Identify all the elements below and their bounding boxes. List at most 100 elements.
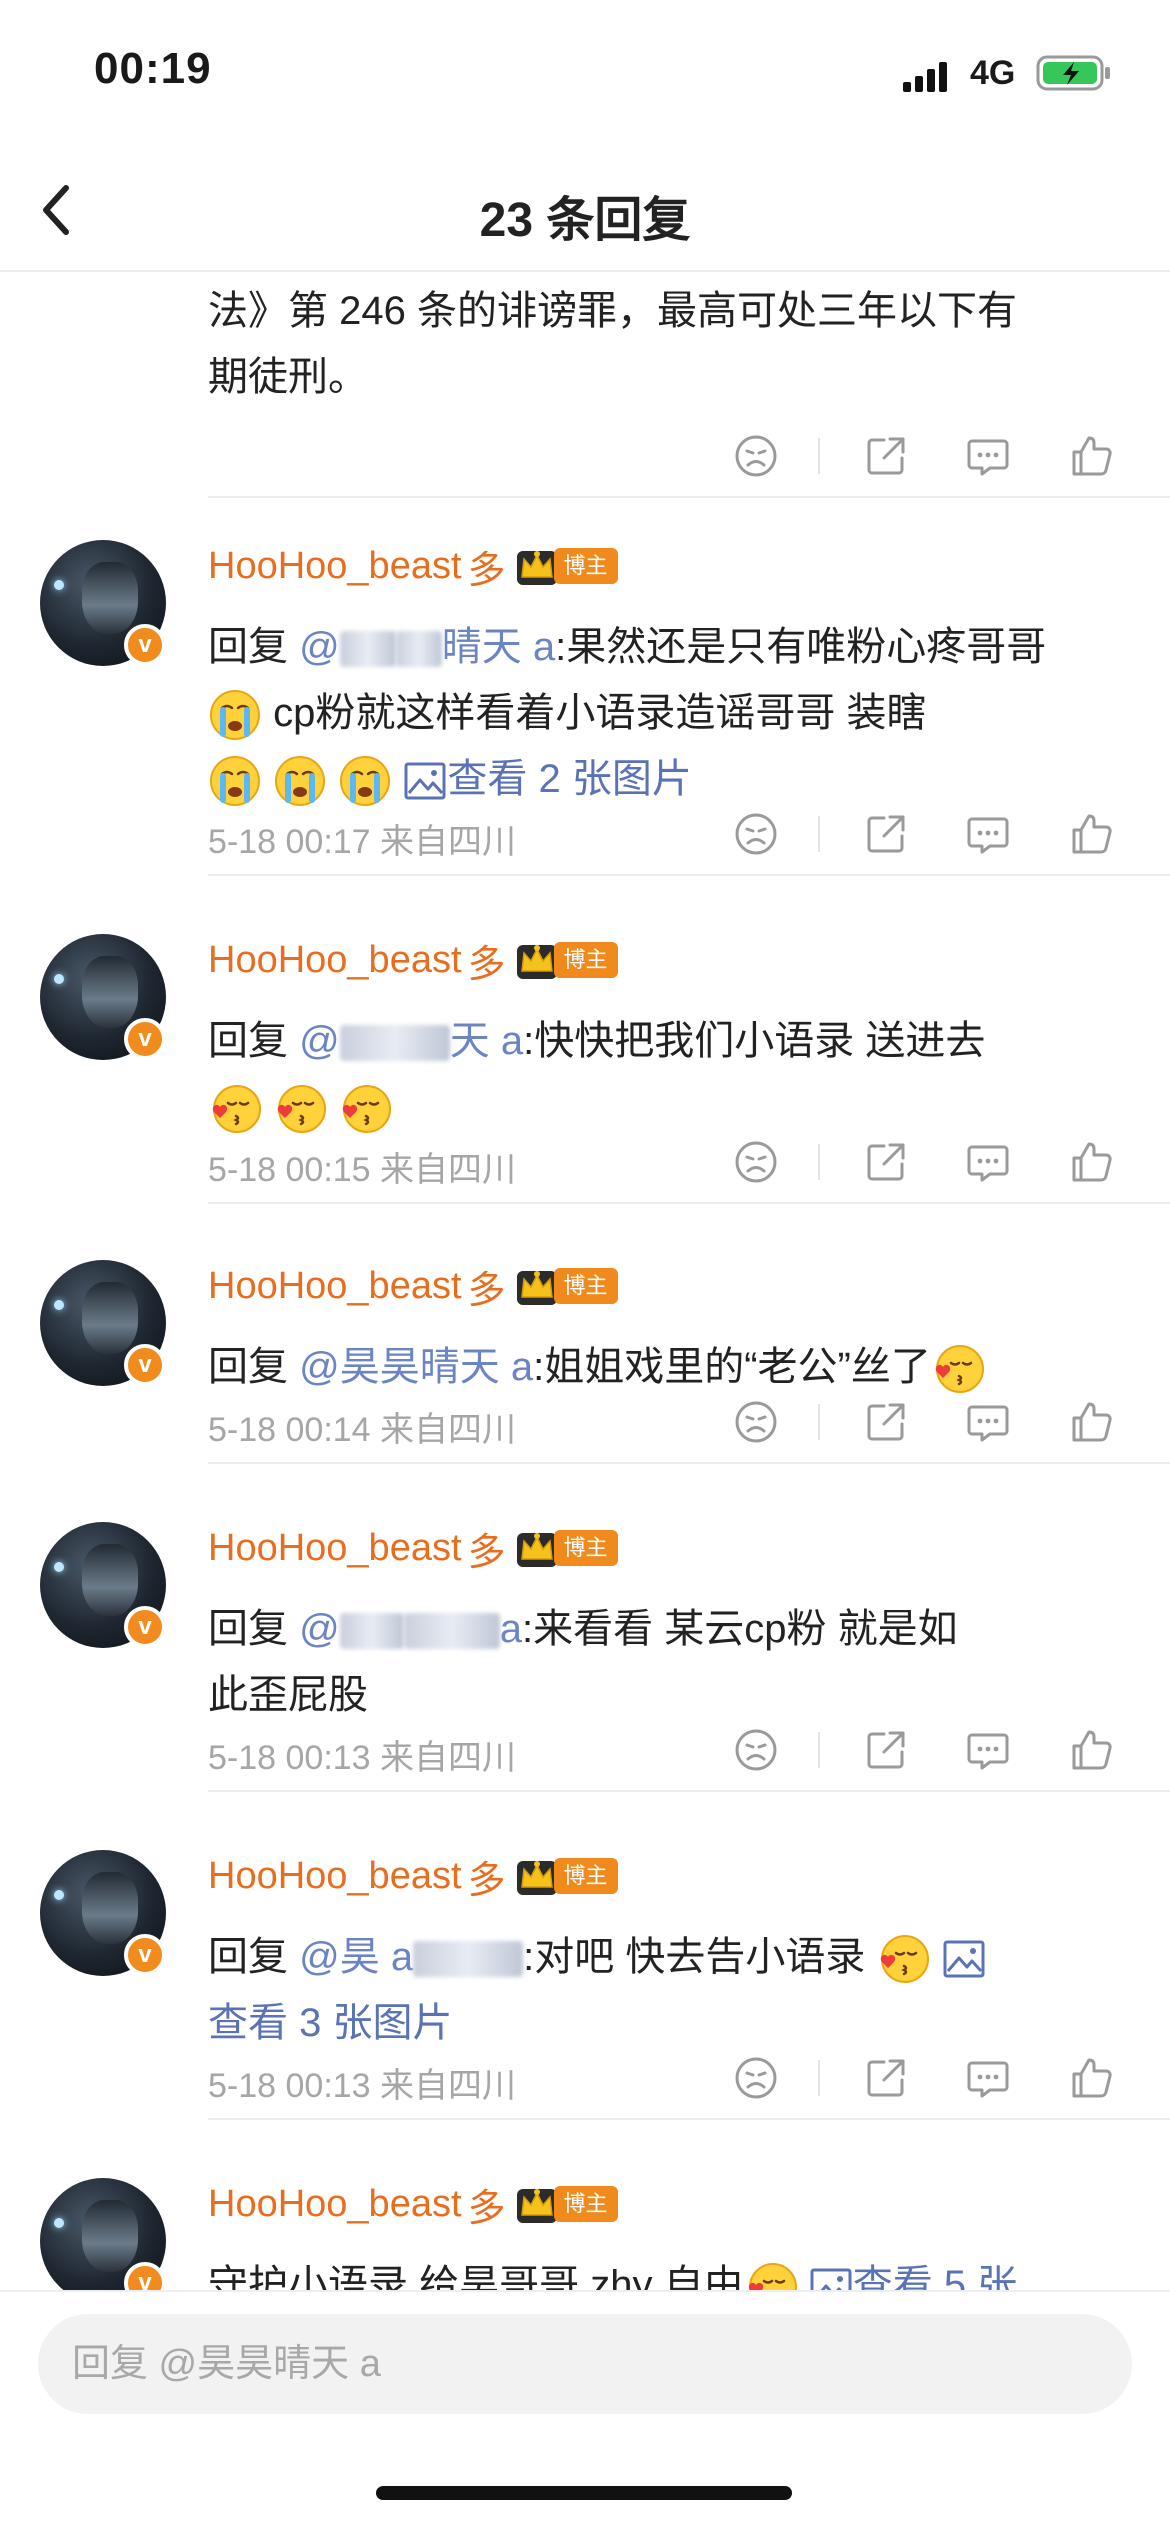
share-icon[interactable] <box>862 810 910 858</box>
duo-glyph: 多 <box>467 1269 506 1312</box>
comment-body: :对吧 快去告小语录 <box>523 1935 866 1979</box>
comment-meta: 5-18 00:13 来自四川 <box>208 2040 1170 2120</box>
status-bar: 00:19 4G <box>0 0 1170 150</box>
home-indicator[interactable] <box>376 2486 792 2500</box>
like-icon[interactable] <box>1068 432 1116 480</box>
crown-icon <box>514 1525 560 1571</box>
comment-icon[interactable] <box>964 1726 1012 1774</box>
name-row: HooHoo_beast 多 博主 <box>208 934 618 986</box>
dislike-icon[interactable] <box>732 1726 780 1774</box>
dislike-icon[interactable] <box>732 2054 780 2102</box>
previous-comment-line-2: 期徒刑。 <box>208 355 368 399</box>
comment-icon[interactable] <box>964 810 1012 858</box>
comment-body: :快快把我们小语录 送进去 <box>523 1019 986 1063</box>
timestamp-location: 5-18 00:15 来自四川 <box>208 1151 517 1189</box>
verified-badge: v <box>124 1344 166 1386</box>
timestamp-location: 5-18 00:17 来自四川 <box>208 823 517 861</box>
status-time: 00:19 <box>94 44 212 93</box>
view-images-link[interactable]: 查看 3 张图片 <box>208 2001 452 2045</box>
action-divider <box>818 1404 820 1440</box>
comment-icon[interactable] <box>964 1138 1012 1186</box>
reply-prefix: 回复 <box>208 1935 300 1979</box>
comment-text: 回复 @昊 a:对吧 快去告小语录 查看 3 张图片 <box>208 1924 1128 2056</box>
reply-input[interactable] <box>38 2314 1132 2414</box>
comment-meta: 5-18 00:15 来自四川 <box>208 1124 1170 1204</box>
cut-off-line <box>208 272 1128 278</box>
dislike-icon[interactable] <box>732 1138 780 1186</box>
like-icon[interactable] <box>1068 1726 1116 1774</box>
share-icon[interactable] <box>862 2054 910 2102</box>
view-images-link[interactable]: 查看 2 张图片 <box>447 757 691 801</box>
username[interactable]: HooHoo_beast <box>208 2183 462 2226</box>
action-divider <box>818 438 820 474</box>
comment-meta: 5-18 00:14 来自四川 <box>208 1384 1170 1464</box>
reply-bar <box>0 2290 1170 2532</box>
dislike-icon[interactable] <box>732 432 780 480</box>
username[interactable]: HooHoo_beast <box>208 1527 462 1570</box>
action-divider <box>818 1732 820 1768</box>
timestamp-location: 5-18 00:13 来自四川 <box>208 2067 517 2105</box>
mention-link[interactable]: @ 晴天 a <box>299 625 555 669</box>
previous-comment-actions <box>208 418 1170 498</box>
comment-body-2: cp粉就这样看着小语录造谣哥哥 装瞎 <box>262 691 927 735</box>
username[interactable]: HooHoo_beast <box>208 1265 462 1308</box>
blogger-label: 博主 <box>553 1530 618 1566</box>
reply-prefix: 回复 <box>208 625 300 669</box>
image-icon[interactable] <box>942 1939 986 1979</box>
kiss-emoji-icon <box>876 1932 930 1986</box>
comment-body: :姐姐戏里的“老公”丝了 <box>533 1345 931 1389</box>
comment-body: :来看看 某云cp粉 就是如 <box>521 1607 958 1651</box>
blogger-label: 博主 <box>553 1268 618 1304</box>
name-row: HooHoo_beast 多 博主 <box>208 2178 618 2230</box>
share-icon[interactable] <box>862 1398 910 1446</box>
dislike-icon[interactable] <box>732 810 780 858</box>
previous-comment-line-1: 法》第 246 条的诽谤罪，最高可处三年以下有 <box>208 289 1017 333</box>
comment-body: 守护小语录 给昊哥哥 zhy 自由 <box>208 2263 744 2290</box>
reply-prefix: 回复 <box>208 1019 300 1063</box>
duo-glyph: 多 <box>467 2187 506 2230</box>
like-icon[interactable] <box>1068 810 1116 858</box>
mention-link[interactable]: @昊昊晴天 a <box>299 1345 533 1389</box>
reply-prefix: 回复 <box>208 1607 300 1651</box>
crown-icon <box>514 1263 560 1309</box>
previous-comment-text: 法》第 246 条的诽谤罪，最高可处三年以下有 期徒刑。 <box>208 272 1128 410</box>
username[interactable]: HooHoo_beast <box>208 1855 462 1898</box>
like-icon[interactable] <box>1068 1138 1116 1186</box>
verified-badge: v <box>124 624 166 666</box>
name-row: HooHoo_beast 多 博主 <box>208 540 618 592</box>
comment-icon[interactable] <box>964 432 1012 480</box>
like-icon[interactable] <box>1068 1398 1116 1446</box>
comment-icon[interactable] <box>964 1398 1012 1446</box>
comment-icon[interactable] <box>964 2054 1012 2102</box>
mention-link[interactable]: @ a <box>299 1607 522 1651</box>
blogger-badge: 博主 <box>514 937 618 983</box>
comment-text: 守护小语录 给昊哥哥 zhy 自由 查看 5 张 <box>208 2252 1128 2290</box>
view-images-link[interactable]: 查看 5 张 <box>853 2263 1017 2290</box>
signal-icon <box>903 62 947 92</box>
dislike-icon[interactable] <box>732 1398 780 1446</box>
share-icon[interactable] <box>862 1138 910 1186</box>
comment-meta: 5-18 00:17 来自四川 <box>208 796 1170 876</box>
mention-link[interactable]: @ 天 a <box>299 1019 523 1063</box>
blogger-label: 博主 <box>553 1858 618 1894</box>
action-divider <box>818 816 820 852</box>
username[interactable]: HooHoo_beast <box>208 939 462 982</box>
verified-badge: v <box>124 1606 166 1648</box>
blogger-label: 博主 <box>553 2186 618 2222</box>
duo-glyph: 多 <box>467 943 506 986</box>
kiss-emoji-icon <box>744 2260 798 2290</box>
username[interactable]: HooHoo_beast <box>208 545 462 588</box>
replies-list[interactable]: 法》第 246 条的诽谤罪，最高可处三年以下有 期徒刑。 v HooHoo_be… <box>0 272 1170 2290</box>
crying-emoji-icon <box>208 688 262 742</box>
like-icon[interactable] <box>1068 2054 1116 2102</box>
share-icon[interactable] <box>862 1726 910 1774</box>
nav-bar: 23 条回复 <box>0 150 1170 272</box>
mention-link[interactable]: @昊 a <box>299 1935 524 1979</box>
share-icon[interactable] <box>862 432 910 480</box>
crown-icon <box>514 543 560 589</box>
blogger-label: 博主 <box>553 548 618 584</box>
comment-text: 回复 @ a:来看看 某云cp粉 就是如 此歪屁股 <box>208 1596 1128 1728</box>
blogger-badge: 博主 <box>514 1263 618 1309</box>
image-icon[interactable] <box>809 2267 853 2290</box>
blogger-badge: 博主 <box>514 1525 618 1571</box>
